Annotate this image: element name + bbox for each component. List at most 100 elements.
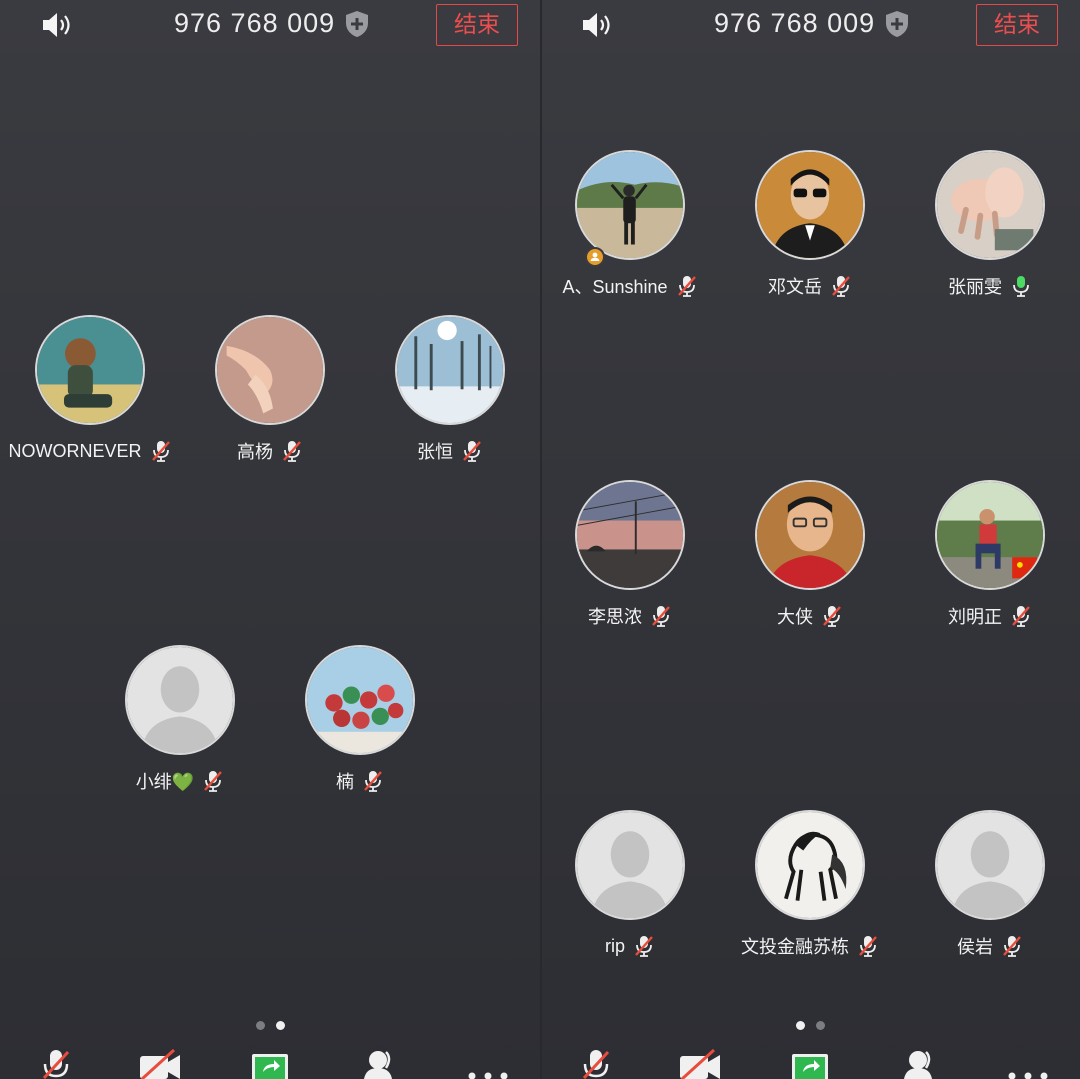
mic-muted-icon	[283, 441, 301, 462]
page-dot-2[interactable]	[276, 1021, 285, 1030]
avatar	[935, 150, 1045, 260]
participant-tile[interactable]: rip	[540, 810, 720, 980]
meeting-id: 976 768 009	[174, 8, 336, 38]
participant-name: 邓文岳	[768, 277, 822, 297]
avatar	[575, 810, 685, 920]
participant-name: 文投金融苏栋	[741, 937, 849, 957]
avatar	[755, 150, 865, 260]
participant-label: 小绯💚	[90, 768, 270, 794]
more-icon[interactable]	[466, 1048, 510, 1079]
share-screen-icon[interactable]	[788, 1048, 832, 1079]
participant-label: 邓文岳	[720, 273, 900, 299]
more-icon[interactable]	[1006, 1048, 1050, 1079]
mic-muted-icon	[1003, 936, 1021, 957]
avatar	[305, 645, 415, 755]
bottom-toolbar	[0, 1048, 540, 1079]
participant-label: 侯岩	[900, 933, 1080, 959]
camera-off-icon[interactable]	[678, 1048, 722, 1079]
avatar	[755, 480, 865, 590]
speaker-icon[interactable]	[580, 10, 616, 40]
avatar	[575, 480, 685, 590]
mic-muted-icon	[151, 441, 170, 462]
screenshot-stage: 976 768 009 结束 NOWORNEVER 高杨 张恒 小绯💚 楠 97…	[0, 0, 1080, 1079]
participant-name: 刘明正	[948, 607, 1002, 627]
participant-tile[interactable]: 楠	[270, 645, 450, 815]
avatar	[35, 315, 145, 425]
participant-label: 大侠	[720, 603, 900, 629]
camera-off-icon[interactable]	[138, 1048, 182, 1079]
mic-muted-icon[interactable]	[574, 1048, 618, 1079]
participant-label: 高杨	[180, 438, 360, 464]
mic-muted-icon	[463, 441, 481, 462]
avatar	[215, 315, 325, 425]
participant-name: 张恒	[417, 442, 453, 462]
participant-tile[interactable]: NOWORNEVER	[0, 315, 180, 485]
host-badge-icon	[585, 247, 605, 267]
participant-name: 大侠	[777, 607, 813, 627]
participant-tile[interactable]: 李思浓	[540, 480, 720, 650]
shield-plus-icon[interactable]	[344, 10, 370, 38]
participants-icon[interactable]	[898, 1048, 942, 1079]
participant-tile[interactable]: 高杨	[180, 315, 360, 485]
participant-label: 文投金融苏栋	[720, 933, 900, 959]
mic-muted-icon	[652, 606, 670, 627]
participant-tile[interactable]: 大侠	[720, 480, 900, 650]
participant-name: A、Sunshine	[562, 277, 668, 297]
participant-name: 张丽雯	[948, 277, 1002, 297]
avatar	[755, 810, 865, 920]
meeting-id: 976 768 009	[714, 8, 876, 38]
mic-muted-icon	[1012, 606, 1030, 627]
participant-tile[interactable]: 刘明正	[900, 480, 1080, 650]
participant-name: NOWORNEVER	[8, 440, 142, 461]
page-dot-1[interactable]	[796, 1021, 805, 1030]
participant-tile[interactable]: 侯岩	[900, 810, 1080, 980]
participant-label: A、Sunshine	[540, 273, 720, 299]
mic-muted-icon[interactable]	[34, 1048, 78, 1079]
participant-name: rip	[604, 935, 625, 956]
avatar	[935, 810, 1045, 920]
avatar	[935, 480, 1045, 590]
participant-label: 李思浓	[540, 603, 720, 629]
participants-icon[interactable]	[358, 1048, 402, 1079]
participant-tile[interactable]: 张恒	[360, 315, 540, 485]
participant-tile[interactable]: 邓文岳	[720, 150, 900, 320]
participant-label: rip	[540, 933, 720, 959]
participant-tile[interactable]: 张丽雯	[900, 150, 1080, 320]
participant-name: 高杨	[237, 442, 273, 462]
avatar	[125, 645, 235, 755]
mic-muted-icon	[859, 936, 877, 957]
mic-active-icon	[1013, 276, 1029, 297]
participant-label: 张恒	[360, 438, 540, 464]
share-screen-icon[interactable]	[248, 1048, 292, 1079]
top-bar: 976 768 009 结束	[540, 0, 1080, 56]
page-dot-2[interactable]	[816, 1021, 825, 1030]
avatar	[575, 150, 685, 260]
mic-muted-icon	[677, 276, 696, 297]
top-bar: 976 768 009 结束	[0, 0, 540, 56]
participant-label: 楠	[270, 768, 450, 794]
bottom-toolbar	[540, 1048, 1080, 1079]
participant-label: 刘明正	[900, 603, 1080, 629]
avatar	[395, 315, 505, 425]
participant-tile[interactable]: 小绯💚	[90, 645, 270, 815]
meeting-panel-page-2: 976 768 009 结束 NOWORNEVER 高杨 张恒 小绯💚 楠	[0, 0, 540, 1079]
speaker-icon[interactable]	[40, 10, 76, 40]
participant-tile[interactable]: 文投金融苏栋	[720, 810, 900, 980]
mic-muted-icon	[635, 936, 653, 957]
end-meeting-button[interactable]: 结束	[436, 4, 518, 46]
participant-name: 小绯💚	[135, 772, 195, 792]
participant-tile[interactable]: A、Sunshine	[540, 150, 720, 320]
end-meeting-button[interactable]: 结束	[976, 4, 1058, 46]
page-indicator	[540, 1021, 1080, 1031]
page-dot-1[interactable]	[256, 1021, 265, 1030]
participant-name: 楠	[336, 772, 354, 792]
participant-name: 侯岩	[957, 937, 993, 957]
participant-name: 李思浓	[588, 607, 642, 627]
participant-label: 张丽雯	[900, 273, 1080, 299]
participant-label: NOWORNEVER	[0, 438, 180, 464]
mic-muted-icon	[832, 276, 850, 297]
meeting-panel-page-1: 976 768 009 结束 A、Sunshine 邓文岳 张丽雯 李思浓 大侠…	[540, 0, 1080, 1079]
page-indicator	[0, 1021, 540, 1031]
mic-muted-icon	[204, 771, 223, 792]
shield-plus-icon[interactable]	[884, 10, 910, 38]
